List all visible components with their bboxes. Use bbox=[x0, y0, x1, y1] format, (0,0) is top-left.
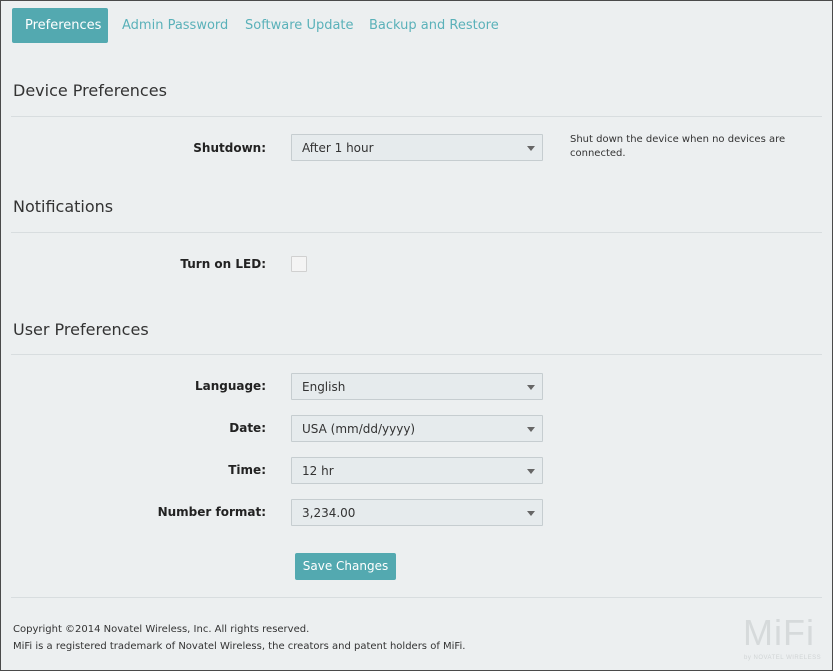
tab-backup-and-restore[interactable]: Backup and Restore bbox=[369, 8, 499, 43]
language-value: English bbox=[302, 380, 346, 394]
chevron-down-icon bbox=[527, 385, 535, 390]
shutdown-select[interactable]: After 1 hour bbox=[291, 134, 543, 161]
date-select[interactable]: USA (mm/dd/yyyy) bbox=[291, 415, 543, 442]
language-label: Language: bbox=[194, 379, 266, 393]
divider bbox=[11, 232, 822, 233]
number-format-label: Number format: bbox=[157, 505, 266, 519]
shutdown-value: After 1 hour bbox=[302, 141, 374, 155]
tab-preferences[interactable]: Preferences bbox=[12, 8, 108, 43]
tab-admin-password[interactable]: Admin Password bbox=[122, 8, 228, 43]
chevron-down-icon bbox=[527, 469, 535, 474]
number-format-value: 3,234.00 bbox=[302, 506, 356, 520]
language-select[interactable]: English bbox=[291, 373, 543, 400]
time-label: Time: bbox=[228, 463, 266, 477]
copyright-text: Copyright ©2014 Novatel Wireless, Inc. A… bbox=[13, 624, 310, 635]
settings-page: Preferences Admin Password Software Upda… bbox=[0, 0, 833, 671]
chevron-down-icon bbox=[527, 511, 535, 516]
led-label: Turn on LED: bbox=[180, 257, 266, 271]
shutdown-label: Shutdown: bbox=[193, 141, 266, 155]
number-format-select[interactable]: 3,234.00 bbox=[291, 499, 543, 526]
time-select[interactable]: 12 hr bbox=[291, 457, 543, 484]
device-preferences-heading: Device Preferences bbox=[13, 81, 167, 100]
user-preferences-heading: User Preferences bbox=[13, 320, 149, 339]
notifications-heading: Notifications bbox=[13, 197, 114, 216]
mifi-logo: MiFi bbox=[743, 612, 815, 653]
chevron-down-icon bbox=[527, 427, 535, 432]
date-value: USA (mm/dd/yyyy) bbox=[302, 422, 416, 436]
divider bbox=[11, 354, 822, 355]
mifi-logo-subtitle: by NOVATEL WIRELESS bbox=[744, 655, 822, 661]
divider bbox=[11, 116, 822, 117]
shutdown-help-text: Shut down the device when no devices are… bbox=[570, 134, 786, 159]
time-value: 12 hr bbox=[302, 464, 334, 478]
led-checkbox[interactable] bbox=[291, 256, 307, 272]
footer-divider bbox=[11, 597, 822, 598]
save-changes-button[interactable]: Save Changes bbox=[295, 553, 396, 580]
date-label: Date: bbox=[229, 421, 266, 435]
tab-software-update[interactable]: Software Update bbox=[245, 8, 354, 43]
trademark-text: MiFi is a registered trademark of Novate… bbox=[13, 641, 466, 652]
chevron-down-icon bbox=[527, 146, 535, 151]
